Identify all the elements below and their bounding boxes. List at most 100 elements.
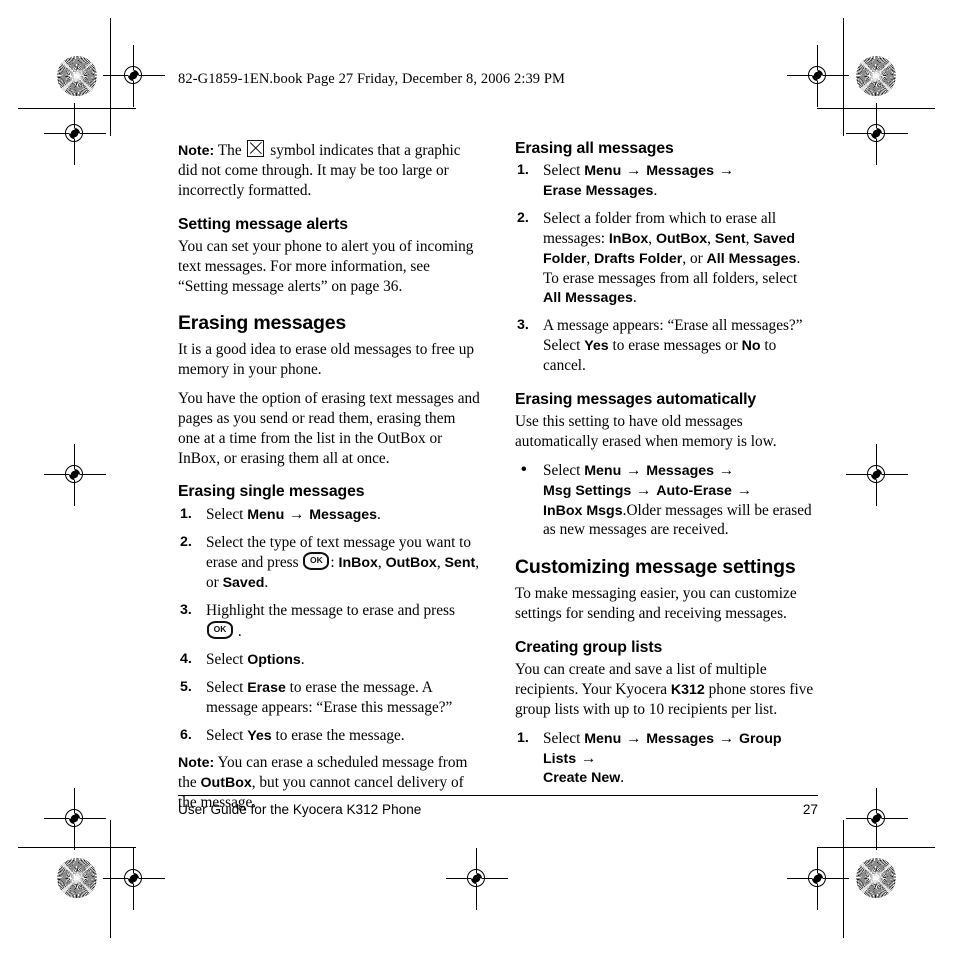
heading-customizing-message-settings: Customizing message settings	[515, 556, 796, 579]
list-item-number: 1.	[517, 162, 529, 179]
ui-term: InBox Msgs	[543, 502, 623, 519]
star-target-icon	[856, 858, 896, 898]
ui-term: Yes	[247, 727, 272, 744]
steps-creating-group-lists: 1. Select Menu → Messages → Group Lists →…	[515, 729, 818, 789]
list-item: • Select Menu → Messages → Msg Settings →…	[521, 460, 812, 539]
list-item: 1. Select Menu → Messages.	[180, 505, 381, 523]
list-item-number: 3.	[180, 602, 192, 619]
arrow-icon: →	[715, 461, 735, 479]
ui-term: All Messages	[706, 250, 797, 267]
arrow-icon: →	[622, 162, 646, 180]
heading-erasing-single-messages: Erasing single messages	[178, 483, 365, 501]
left-column: Note: The symbol indicates that a graphi…	[178, 140, 481, 822]
heading-setting-message-alerts: Setting message alerts	[178, 215, 348, 233]
ui-term: Sent	[444, 555, 476, 572]
paragraph-erasing-messages-2: You have the option of erasing text mess…	[178, 389, 480, 467]
registration-target-icon	[44, 788, 106, 850]
ui-term: Drafts Folder	[594, 250, 683, 267]
list-item-number: 5.	[180, 678, 192, 695]
registration-target-icon	[787, 45, 849, 107]
ui-term: Menu	[584, 730, 622, 747]
trim-line-top-left	[18, 108, 136, 109]
ui-term: Messages	[646, 730, 715, 747]
list-item: 2. Select a folder from which to erase al…	[517, 209, 801, 307]
star-target-icon	[57, 858, 97, 898]
ok-key-icon	[303, 552, 330, 571]
registration-target-icon	[787, 848, 849, 910]
bullet-icon: •	[521, 460, 527, 478]
footer-title: User Guide for the Kyocera K312 Phone	[178, 802, 422, 817]
ui-term: Menu	[584, 462, 622, 479]
ui-term: Messages	[646, 462, 715, 479]
trim-line-bottom-left	[18, 847, 136, 848]
ui-term: Msg Settings	[543, 482, 632, 499]
ui-term: OutBox	[200, 775, 252, 792]
registration-target-icon	[103, 45, 165, 107]
arrow-icon: →	[632, 481, 656, 499]
trim-line-top-right	[817, 108, 935, 109]
right-column: Erasing all messages 1. Select Menu → Mes…	[515, 140, 818, 822]
registration-target-icon	[446, 848, 508, 910]
registration-target-icon	[44, 444, 106, 506]
star-target-icon	[57, 56, 97, 96]
footer-page-number: 27	[802, 802, 818, 817]
steps-erasing-all-messages: 1. Select Menu → Messages → Erase Message…	[515, 161, 818, 376]
list-item-number: 2.	[517, 209, 529, 226]
note-text-before: The	[217, 142, 242, 159]
heading-erasing-messages-automatically: Erasing messages automatically	[515, 390, 757, 408]
heading-creating-group-lists: Creating group lists	[515, 638, 663, 656]
registration-target-icon	[103, 848, 165, 910]
steps-erasing-single-messages: 1. Select Menu → Messages. 2. Select the ty…	[178, 505, 481, 746]
list-item-number: 1.	[180, 505, 192, 522]
registration-target-icon	[846, 788, 908, 850]
ui-term: Sent	[714, 230, 746, 247]
list-item: 3. Highlight the message to erase and pre…	[178, 601, 481, 642]
ui-term: Auto-Erase	[656, 482, 732, 499]
bullet-erasing-messages-automatically: • Select Menu → Messages → Msg Settings →…	[515, 461, 818, 541]
paragraph-setting-message-alerts: You can set your phone to alert you of i…	[178, 237, 474, 295]
page-footer: User Guide for the Kyocera K312 Phone 27	[178, 795, 818, 817]
ui-term: Menu	[584, 163, 622, 180]
ui-term: All Messages	[543, 290, 633, 307]
paragraph-customizing-message-settings: To make messaging easier, you can custom…	[515, 585, 797, 623]
star-target-icon	[856, 56, 896, 96]
ui-term: No	[741, 338, 761, 355]
ui-term: InBox	[338, 555, 378, 572]
list-item: 4. Select Options.	[180, 650, 305, 668]
ui-term: OutBox	[655, 230, 708, 247]
list-item-number: 2.	[180, 533, 192, 550]
ui-term: K312	[670, 681, 705, 698]
arrow-icon: →	[732, 481, 753, 499]
ui-term: Options	[247, 651, 301, 668]
ui-term: Yes	[584, 338, 609, 355]
ui-term: Erase	[247, 679, 286, 696]
paragraph-erasing-messages-automatically: Use this setting to have old messages au…	[515, 413, 777, 450]
trim-line-right-bottom	[843, 820, 844, 938]
heading-erasing-all-messages: Erasing all messages	[515, 140, 674, 157]
registration-target-icon	[846, 103, 908, 165]
ui-term: Create New	[543, 770, 621, 787]
ui-term: InBox	[608, 230, 649, 247]
note-graphic-symbol: Note: The symbol indicates that a graphi…	[178, 140, 481, 201]
list-item: 1. Select Menu → Messages → Erase Message…	[517, 162, 735, 200]
trim-line-right	[843, 18, 844, 136]
arrow-icon: →	[577, 749, 597, 767]
list-item: 6. Select Yes to erase the message.	[180, 726, 405, 744]
two-column-layout: Note: The symbol indicates that a graphi…	[178, 140, 818, 822]
list-item-number: 1.	[517, 729, 529, 746]
ui-term: Menu	[247, 506, 285, 523]
heading-erasing-messages: Erasing messages	[178, 312, 347, 335]
list-item: 3. A message appears: “Erase all messages…	[517, 317, 803, 375]
list-item-number: 4.	[180, 650, 192, 667]
ui-term: OutBox	[385, 555, 437, 572]
trim-line-bottom-right	[817, 847, 935, 848]
ui-term: Erase Messages	[543, 183, 654, 200]
footer-rule	[178, 795, 818, 796]
trim-line-left-bottom	[110, 820, 111, 938]
list-item-number: 6.	[180, 726, 192, 743]
registration-target-icon	[846, 444, 908, 506]
ui-term: Saved	[222, 575, 265, 592]
arrow-icon: →	[285, 505, 309, 523]
note-label: Note:	[178, 143, 215, 159]
list-item-number: 3.	[517, 317, 529, 334]
